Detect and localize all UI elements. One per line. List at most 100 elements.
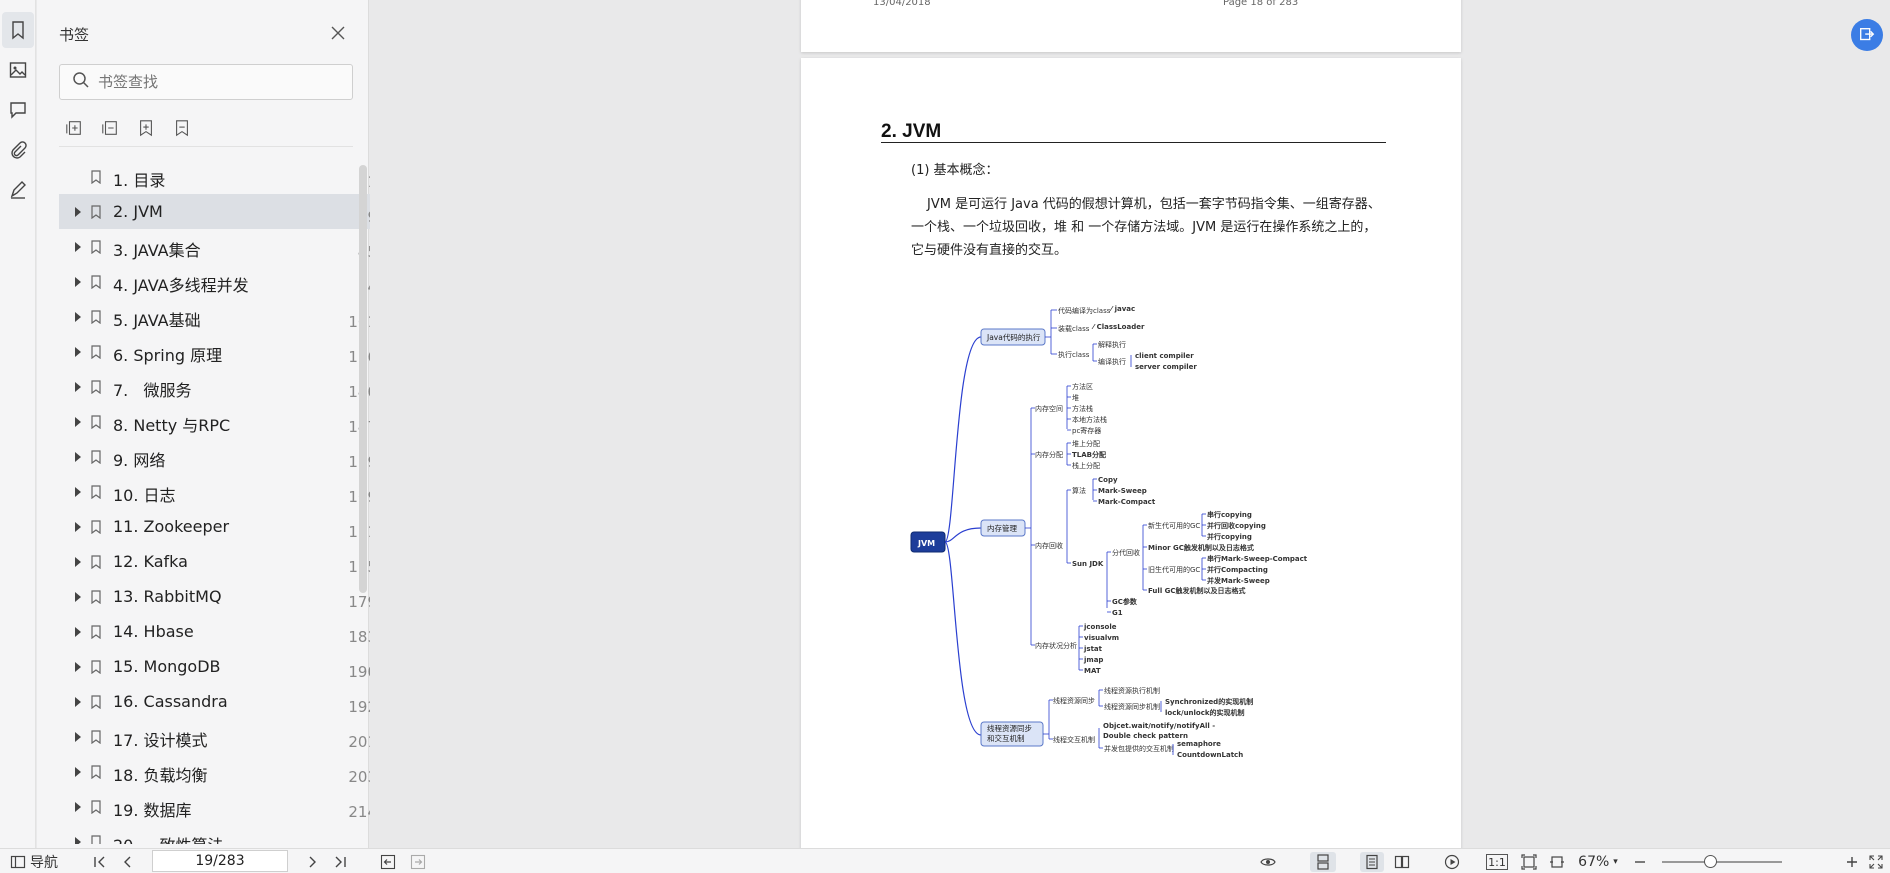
- mindmap-leaf: 装载class: [1058, 324, 1090, 333]
- mindmap-leaf: client compiler: [1135, 352, 1194, 360]
- panel-title: 书签: [59, 26, 90, 44]
- expand-arrow-icon[interactable]: [75, 627, 81, 637]
- bookmark-label: 12. Kafka: [113, 552, 188, 571]
- bookmark-item[interactable]: 2. JVM 19: [59, 194, 387, 229]
- expand-arrow-icon[interactable]: [75, 487, 81, 497]
- expand-arrow-icon[interactable]: [75, 417, 81, 427]
- bookmark-icon: [91, 835, 101, 844]
- chevron-down-icon: ▾: [1613, 857, 1618, 867]
- zoom-dropdown[interactable]: 67% ▾: [1574, 852, 1622, 872]
- bookmark-item[interactable]: 6. Spring 原理116: [59, 334, 387, 369]
- fullscreen-icon[interactable]: [1866, 852, 1886, 872]
- last-page-icon[interactable]: [330, 852, 350, 872]
- bookmark-item[interactable]: 17. 设计模式 201: [59, 719, 387, 754]
- bookmark-item[interactable]: 1. 目录1: [59, 159, 387, 194]
- continuous-view-icon[interactable]: [1360, 852, 1384, 872]
- expand-arrow-icon[interactable]: [75, 837, 81, 844]
- expand-arrow-icon[interactable]: [75, 802, 81, 812]
- bookmark-item[interactable]: 3. JAVA集合 45: [59, 229, 387, 264]
- expand-arrow-icon[interactable]: [75, 767, 81, 777]
- expand-arrow-icon[interactable]: [75, 557, 81, 567]
- mindmap-leaf: 执行class: [1058, 350, 1090, 359]
- convert-icon[interactable]: [1851, 19, 1883, 51]
- signature-icon[interactable]: [2, 172, 34, 208]
- expand-arrow-icon[interactable]: [75, 522, 81, 532]
- bookmark-item[interactable]: 13. RabbitMQ 179: [59, 579, 387, 614]
- expand-arrow-icon[interactable]: [75, 662, 81, 672]
- bookmark-search-input[interactable]: [98, 73, 328, 91]
- mindmap-leaf: 线程资源同步: [1053, 696, 1095, 705]
- bookmark-item[interactable]: 10. 日志169: [59, 474, 387, 509]
- bookmark-item[interactable]: 12. Kafka175: [59, 544, 387, 579]
- bookmark-icon: [91, 765, 101, 779]
- zoom-in-icon[interactable]: [1842, 852, 1862, 872]
- bookmark-item[interactable]: 7. 微服务140: [59, 369, 387, 404]
- bookmark-item[interactable]: 18. 负载均衡 203: [59, 754, 387, 789]
- mindmap-leaf: Mark-Compact: [1098, 498, 1156, 506]
- bookmark-item[interactable]: 20. 一致性算法: [59, 824, 387, 844]
- fit-page-icon[interactable]: [1518, 852, 1540, 872]
- bookmark-label: 7. 微服务: [113, 381, 192, 400]
- bookmark-item[interactable]: 5. JAVA基础101: [59, 299, 387, 334]
- expand-arrow-icon[interactable]: [75, 242, 81, 252]
- mindmap-leaf: 分代回收: [1112, 548, 1140, 557]
- expand-arrow-icon[interactable]: [75, 312, 81, 322]
- mindmap-node-thread-label: 线程资源同步: [987, 723, 1032, 733]
- two-page-view-icon[interactable]: [1390, 852, 1414, 872]
- bookmark-label: 14. Hbase: [113, 622, 194, 641]
- bookmark-search-box[interactable]: [59, 64, 353, 100]
- mindmap-leaf: Minor GC触发机制以及日志格式: [1148, 543, 1254, 552]
- fit-width-icon[interactable]: [1546, 852, 1568, 872]
- mindmap-leaf: 并行copying: [1207, 532, 1252, 541]
- close-icon[interactable]: [329, 24, 347, 42]
- comment-icon[interactable]: [2, 92, 34, 128]
- expand-arrow-icon[interactable]: [75, 732, 81, 742]
- delete-bookmark-icon[interactable]: [171, 117, 193, 139]
- bookmark-scrollbar[interactable]: [359, 165, 367, 593]
- expand-arrow-icon[interactable]: [75, 697, 81, 707]
- expand-arrow-icon[interactable]: [75, 207, 81, 217]
- expand-all-icon[interactable]: [63, 117, 85, 139]
- collapse-all-icon[interactable]: [99, 117, 121, 139]
- current-page: 2. JVM (1) 基本概念： JVM 是可运行 Java 代码的假想计算机，…: [801, 58, 1461, 848]
- single-page-view-icon[interactable]: [1310, 852, 1336, 872]
- expand-arrow-icon[interactable]: [75, 347, 81, 357]
- play-icon[interactable]: [1440, 852, 1464, 872]
- expand-arrow-icon[interactable]: [75, 382, 81, 392]
- mindmap-leaf: ⁄ ClassLoader: [1091, 323, 1145, 331]
- bookmark-item[interactable]: 19. 数据库 214: [59, 789, 387, 824]
- bookmark-item[interactable]: 4. JAVA多线程并发 54: [59, 264, 387, 299]
- bookmark-item[interactable]: 16. Cassandra 192: [59, 684, 387, 719]
- thumbnail-icon[interactable]: [2, 52, 34, 88]
- zoom-slider-handle[interactable]: [1704, 855, 1717, 868]
- previous-page-icon[interactable]: [118, 852, 138, 872]
- mindmap-leaf: Copy: [1098, 476, 1118, 484]
- back-icon[interactable]: [378, 852, 398, 872]
- next-page-icon[interactable]: [302, 852, 322, 872]
- expand-arrow-icon[interactable]: [75, 277, 81, 287]
- bookmark-item[interactable]: 8. Netty 与RPC147: [59, 404, 387, 439]
- actual-size-button[interactable]: 1:1: [1486, 854, 1508, 870]
- bookmark-panel-icon[interactable]: [2, 12, 34, 48]
- mindmap-leaf: 内存空间: [1035, 404, 1063, 413]
- bookmark-item[interactable]: 11. Zookeeper171: [59, 509, 387, 544]
- bookmark-item[interactable]: 14. Hbase 183: [59, 614, 387, 649]
- zoom-out-icon[interactable]: [1630, 852, 1650, 872]
- bookmark-item[interactable]: 15. MongoDB 190: [59, 649, 387, 684]
- bookmark-icon: [91, 730, 101, 744]
- bookmark-item[interactable]: 9. 网络159: [59, 439, 387, 474]
- expand-arrow-icon[interactable]: [75, 592, 81, 602]
- eye-protection-icon[interactable]: [1252, 852, 1284, 872]
- expand-arrow-icon[interactable]: [75, 452, 81, 462]
- navigation-toggle[interactable]: 导航: [6, 852, 62, 872]
- first-page-icon[interactable]: [90, 852, 110, 872]
- forward-icon[interactable]: [408, 852, 428, 872]
- mindmap-leaf: MAT: [1084, 667, 1101, 675]
- bookmark-icon: [91, 520, 101, 534]
- attachment-icon[interactable]: [2, 132, 34, 168]
- zoom-slider[interactable]: [1662, 861, 1782, 863]
- add-bookmark-icon[interactable]: [135, 117, 157, 139]
- bookmark-label: 11. Zookeeper: [113, 517, 230, 536]
- page-number-input[interactable]: [152, 850, 288, 872]
- document-canvas[interactable]: 13/04/2018 Page 18 of 283 2. JVM (1) 基本概…: [370, 0, 1890, 848]
